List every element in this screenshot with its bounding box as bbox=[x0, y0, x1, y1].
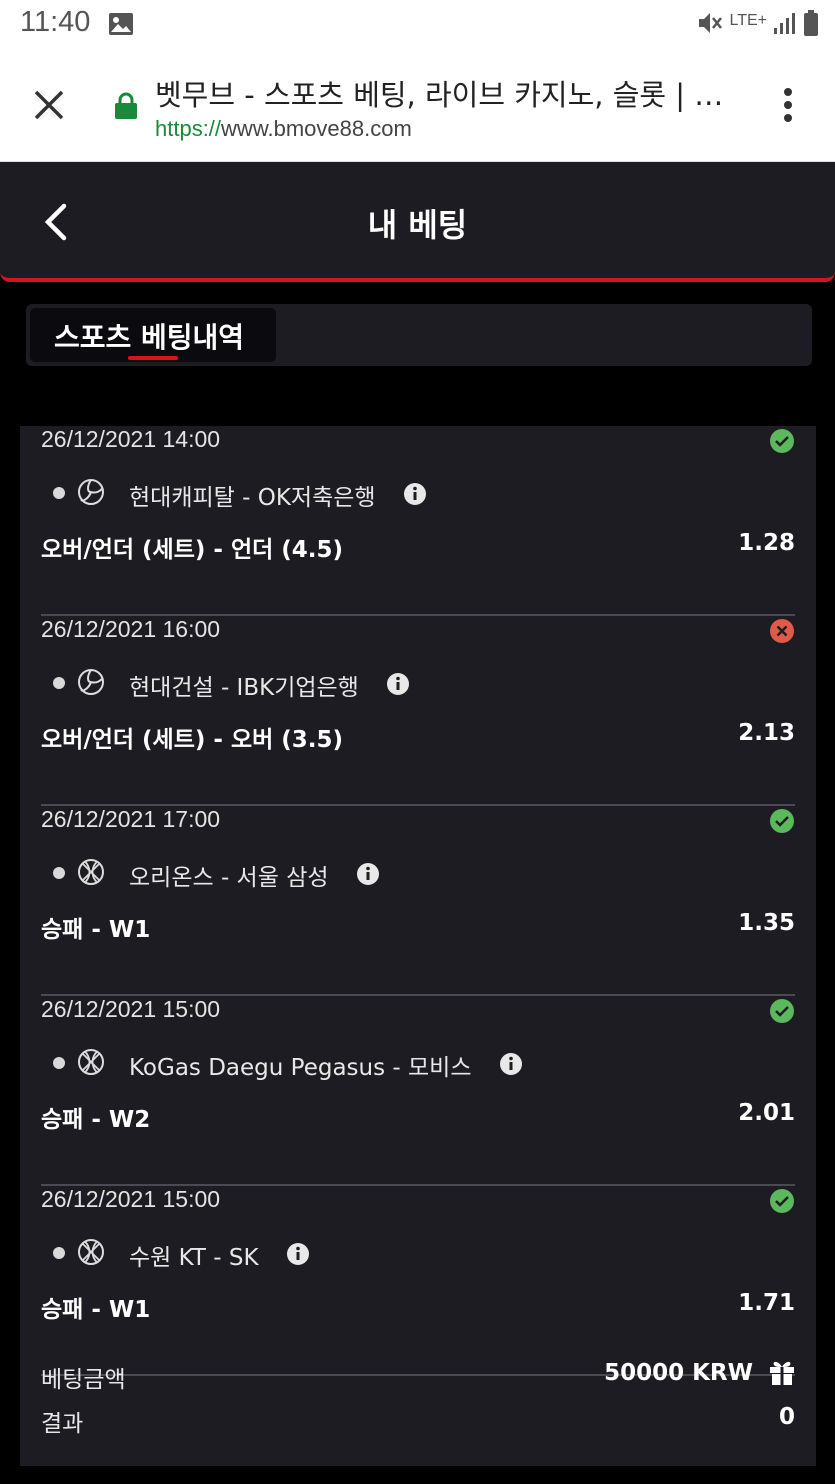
header-title: 내 베팅 bbox=[367, 206, 468, 244]
network-type: LTE+ bbox=[729, 12, 768, 29]
tab-sports-betting-history[interactable]: 스포츠 베팅내역 bbox=[30, 308, 276, 362]
basketball-icon bbox=[77, 858, 105, 890]
bet-date: 26/12/2021 15:00 bbox=[41, 996, 221, 1022]
match-name: 현대건설 - IBK기업은행 bbox=[129, 675, 359, 701]
bet-market: 오버/언더 (세트) - 언더 (4.5) bbox=[41, 537, 344, 563]
match-name: 오리온스 - 서울 삼성 bbox=[129, 865, 329, 891]
won-check-icon bbox=[769, 808, 795, 838]
url-host: www.bmove88.com bbox=[221, 116, 412, 141]
image-notification-icon bbox=[108, 12, 134, 40]
url-protocol: https:// bbox=[155, 116, 222, 141]
match-name: 수원 KT - SK bbox=[129, 1245, 259, 1271]
bet-date: 26/12/2021 17:00 bbox=[41, 806, 221, 832]
bet-date: 26/12/2021 16:00 bbox=[41, 616, 221, 642]
won-check-icon bbox=[769, 998, 795, 1028]
bet-match: 오리온스 - 서울 삼성 bbox=[129, 858, 380, 894]
match-name: 현대캐피탈 - OK저축은행 bbox=[129, 485, 376, 511]
volleyball-icon bbox=[77, 478, 105, 510]
signal-icon bbox=[773, 11, 797, 39]
bet-market: 승패 - W1 bbox=[41, 917, 151, 943]
tab-label: 스포츠 베팅내역 bbox=[54, 321, 245, 354]
lock-icon[interactable] bbox=[114, 92, 138, 124]
basketball-icon bbox=[77, 1048, 105, 1080]
bullet-dot bbox=[53, 1057, 65, 1069]
bet-match: KoGas Daegu Pegasus - 모비스 bbox=[129, 1048, 523, 1084]
battery-icon bbox=[803, 10, 819, 40]
basketball-icon bbox=[77, 1238, 105, 1270]
info-icon[interactable] bbox=[386, 672, 410, 702]
result-row: 결과 0 bbox=[41, 1404, 795, 1444]
bet-match: 현대건설 - IBK기업은행 bbox=[129, 668, 410, 704]
mute-icon bbox=[696, 10, 724, 40]
won-check-icon bbox=[769, 428, 795, 458]
bet-item: 26/12/2021 16:00 현대건설 - IBK기업은행 오버/언더 (세… bbox=[41, 616, 795, 806]
bet-date: 26/12/2021 14:00 bbox=[41, 426, 221, 452]
info-icon[interactable] bbox=[499, 1052, 523, 1082]
stake-label: 베팅금액 bbox=[41, 1367, 126, 1393]
status-time: 11:40 bbox=[20, 6, 91, 38]
info-icon[interactable] bbox=[356, 862, 380, 892]
browser-toolbar: 벳무브 - 스포츠 베팅, 라이브 카지노, 슬롯 | … https://ww… bbox=[0, 50, 835, 162]
bet-market: 승패 - W1 bbox=[41, 1297, 151, 1323]
bet-odds: 1.35 bbox=[738, 910, 795, 936]
lost-cross-icon bbox=[769, 618, 795, 648]
active-tab-indicator bbox=[128, 356, 178, 360]
more-options-icon[interactable] bbox=[780, 86, 796, 128]
result-value: 0 bbox=[778, 1404, 795, 1430]
bullet-dot bbox=[53, 487, 65, 499]
bet-date: 26/12/2021 15:00 bbox=[41, 1186, 221, 1212]
bet-item: 26/12/2021 14:00 현대캐피탈 - OK저축은행 오버/언더 (세… bbox=[41, 426, 795, 616]
match-name: KoGas Daegu Pegasus - 모비스 bbox=[129, 1055, 472, 1081]
volleyball-icon bbox=[77, 668, 105, 700]
won-check-icon bbox=[769, 1188, 795, 1218]
close-tab-button[interactable] bbox=[30, 86, 68, 128]
bullet-dot bbox=[53, 867, 65, 879]
bet-item: 26/12/2021 15:00 수원 KT - SK 승패 - W1 1.71 bbox=[41, 1186, 795, 1376]
url-display[interactable]: https://www.bmove88.com bbox=[155, 116, 412, 142]
bet-odds: 1.28 bbox=[738, 530, 795, 556]
bet-item: 26/12/2021 17:00 오리온스 - 서울 삼성 승패 - W1 1.… bbox=[41, 806, 795, 996]
result-label: 결과 bbox=[41, 1411, 84, 1437]
info-icon[interactable] bbox=[403, 482, 427, 512]
info-icon[interactable] bbox=[286, 1242, 310, 1272]
page-title[interactable]: 벳무브 - 스포츠 베팅, 라이브 카지노, 슬롯 | … bbox=[155, 72, 735, 114]
tab-bar: 스포츠 베팅내역 bbox=[26, 304, 812, 366]
gift-icon[interactable] bbox=[769, 1358, 795, 1390]
bullet-dot bbox=[53, 1247, 65, 1259]
app-header: 내 베팅 bbox=[0, 162, 835, 282]
bet-match: 현대캐피탈 - OK저축은행 bbox=[129, 478, 427, 514]
bet-odds: 2.01 bbox=[738, 1100, 795, 1126]
status-bar: 11:40 LTE+ bbox=[0, 0, 835, 50]
bet-market: 승패 - W2 bbox=[41, 1107, 151, 1133]
bet-odds: 1.71 bbox=[738, 1290, 795, 1316]
bet-market: 오버/언더 (세트) - 오버 (3.5) bbox=[41, 727, 344, 753]
bet-item: 26/12/2021 15:00 KoGas Daegu Pegasus - 모… bbox=[41, 996, 795, 1186]
stake-row: 베팅금액 50000 KRW bbox=[41, 1360, 795, 1400]
bullet-dot bbox=[53, 677, 65, 689]
bet-list[interactable]: 26/12/2021 14:00 현대캐피탈 - OK저축은행 오버/언더 (세… bbox=[20, 426, 816, 1466]
stake-value: 50000 KRW bbox=[604, 1360, 753, 1386]
bet-match: 수원 KT - SK bbox=[129, 1238, 310, 1274]
bet-odds: 2.13 bbox=[738, 720, 795, 746]
